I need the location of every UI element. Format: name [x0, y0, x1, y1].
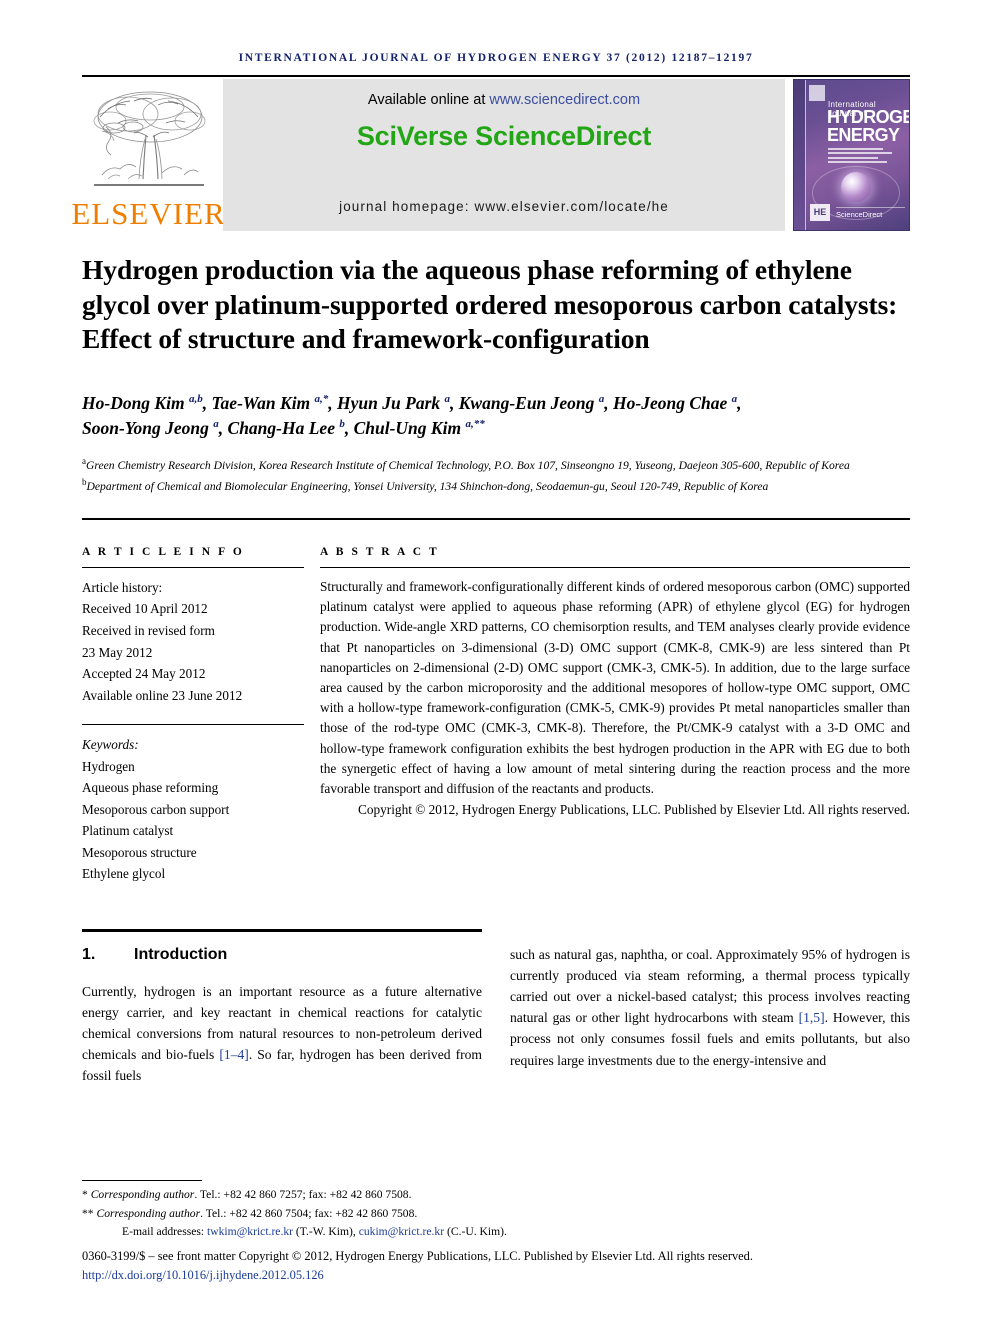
cover-elsevier-mark-icon — [809, 85, 825, 101]
author-list: Ho-Dong Kim a,b, Tae-Wan Kim a,*, Hyun J… — [82, 391, 910, 441]
affiliations: aGreen Chemistry Research Division, Kore… — [82, 454, 910, 496]
abstract-column: A B S T R A C T Structurally and framewo… — [320, 546, 910, 885]
body-columns: 1. Introduction Currently, hydrogen is a… — [82, 932, 910, 1087]
section-title-introduction: 1. Introduction — [82, 946, 482, 964]
section-name: Introduction — [134, 945, 228, 963]
section-number: 1. — [82, 945, 96, 963]
elsevier-tree-icon — [93, 91, 205, 186]
history-item: Received in revised form — [82, 622, 215, 638]
paper-page: INTERNATIONAL JOURNAL OF HYDROGEN ENERGY… — [0, 0, 992, 1323]
cover-title-hydrogen: HYDROGEN — [827, 107, 909, 127]
keyword-item: Hydrogen — [82, 758, 135, 774]
article-history-block: Article history: Received 10 April 2012 … — [82, 577, 304, 706]
issn-copyright-line: 0360-3199/$ – see front matter Copyright… — [82, 1249, 753, 1264]
email-link-cukim: cukim@krict.re.kr — [358, 1225, 445, 1239]
intro-paragraph-left: Currently, hydrogen is an important reso… — [82, 983, 482, 1084]
abstract-copyright: Copyright © 2012, Hydrogen Energy Public… — [357, 802, 910, 818]
history-item: Received 10 April 2012 — [82, 601, 208, 617]
cover-sciencedirect-logo: ScienceDirect — [836, 210, 883, 219]
header-rule — [82, 75, 910, 77]
info-abstract-section: A R T I C L E I N F O Article history: R… — [82, 546, 910, 885]
cover-he-badge: HE — [810, 204, 830, 221]
doi-link[interactable]: http://dx.doi.org/10.1016/j.ijhydene.201… — [82, 1266, 910, 1285]
affiliation-a: aGreen Chemistry Research Division, Kore… — [82, 455, 850, 472]
footnote-rule — [82, 1179, 202, 1181]
keyword-item: Ethylene glycol — [82, 866, 166, 882]
sciencedirect-url[interactable]: www.sciencedirect.com — [489, 92, 640, 108]
affiliation-b-text: Department of Chemical and Biomolecular … — [86, 479, 769, 493]
citation-link: [1–4] — [219, 1047, 249, 1063]
citation-link: [1,5] — [798, 1010, 825, 1026]
history-item: Available online 23 June 2012 — [82, 687, 243, 703]
email-addresses[interactable]: E-mail addresses: twkim@krict.re.kr (T.-… — [82, 1223, 910, 1242]
cover-divider — [836, 206, 905, 208]
abstract-text: Structurally and framework-configuration… — [320, 578, 910, 796]
keywords-block: Keywords: Hydrogen Aqueous phase reformi… — [82, 734, 304, 885]
section-rule — [82, 517, 910, 520]
cover-spine — [794, 80, 806, 230]
cover-sphere-graphic — [841, 172, 871, 202]
sciencedirect-band: Available online at www.sciencedirect.co… — [223, 79, 785, 231]
body-column-right: such as natural gas, naphtha, or coal. A… — [510, 932, 910, 1087]
history-item: Accepted 24 May 2012 — [82, 666, 206, 682]
available-online-line: Available online at www.sciencedirect.co… — [368, 92, 640, 108]
corresponding-author-1: * Corresponding author. Tel.: +82 42 860… — [82, 1187, 412, 1201]
running-head: INTERNATIONAL JOURNAL OF HYDROGEN ENERGY… — [238, 52, 754, 64]
article-info-column: A R T I C L E I N F O Article history: R… — [82, 546, 304, 885]
journal-cover-thumbnail: International Journal of HYDROGEN ENERGY… — [793, 79, 910, 231]
keyword-item: Mesoporous structure — [82, 844, 197, 860]
article-history-label: Article history: — [82, 579, 163, 595]
author-line-2: Soon-Yong Jeong a, Chang-Ha Lee b, Chul-… — [82, 417, 485, 438]
keyword-item: Platinum catalyst — [82, 823, 174, 839]
body-column-left: 1. Introduction Currently, hydrogen is a… — [82, 932, 482, 1087]
available-online-label: Available online at — [367, 92, 490, 108]
keyword-item: Mesoporous carbon support — [82, 801, 230, 817]
corresponding-author-2: ** Corresponding author. Tel.: +82 42 86… — [82, 1206, 418, 1220]
affiliation-a-text: Green Chemistry Research Division, Korea… — [86, 458, 850, 472]
email-link-twkim: twkim@krict.re.kr — [207, 1225, 294, 1239]
keywords-label: Keywords: — [82, 737, 139, 753]
intro-paragraph-right: such as natural gas, naphtha, or coal. A… — [510, 946, 911, 1068]
article-info-heading: A R T I C L E I N F O — [82, 545, 245, 558]
keywords-rule — [82, 724, 304, 726]
page-title: Hydrogen production via the aqueous phas… — [82, 254, 898, 355]
history-item: 23 May 2012 — [82, 644, 153, 660]
cover-editor-lines — [828, 148, 904, 166]
masthead: ELSEVIER Available online at www.science… — [71, 79, 910, 231]
author-line-1: Ho-Dong Kim a,b, Tae-Wan Kim a,*, Hyun J… — [82, 392, 742, 413]
elsevier-wordmark: ELSEVIER — [71, 196, 226, 231]
keyword-item: Aqueous phase reforming — [82, 780, 219, 796]
abstract-heading: A B S T R A C T — [320, 545, 440, 558]
abstract-rule — [320, 566, 910, 568]
sciverse-sciencedirect-logo[interactable]: SciVerse ScienceDirect — [357, 121, 652, 152]
journal-homepage-line[interactable]: journal homepage: www.elsevier.com/locat… — [223, 199, 785, 214]
affiliation-b: bDepartment of Chemical and Biomolecular… — [82, 476, 769, 493]
article-info-rule — [82, 566, 304, 568]
footnotes: * Corresponding author. Tel.: +82 42 860… — [82, 1179, 910, 1285]
cover-title-energy: ENERGY — [827, 125, 900, 145]
elsevier-logo: ELSEVIER — [71, 79, 225, 231]
